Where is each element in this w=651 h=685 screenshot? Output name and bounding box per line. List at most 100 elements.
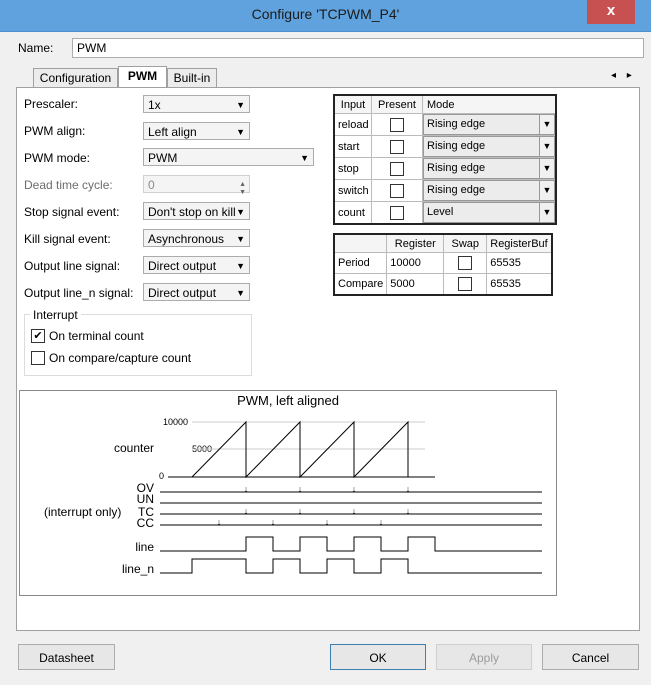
line-waveform: [160, 536, 542, 552]
chevron-down-icon: ▼: [236, 127, 245, 137]
swap-checkbox[interactable]: [458, 277, 473, 291]
register-name: Compare: [333, 273, 388, 296]
tab-configuration[interactable]: Configuration: [33, 68, 118, 87]
col-header-blank: [333, 233, 388, 253]
pwm-align-label: PWM align:: [24, 124, 86, 138]
pwm-align-select[interactable]: Left align ▼: [143, 122, 250, 140]
cancel-button[interactable]: Cancel: [542, 644, 639, 670]
tab-pwm[interactable]: PWM: [118, 66, 167, 87]
on-compare-checkbox[interactable]: [31, 351, 45, 365]
line-n-label: line_n: [122, 562, 154, 576]
tab-built-in[interactable]: Built-in: [167, 68, 217, 87]
tc-arrow-icon: ↓: [244, 506, 249, 516]
table-row: stop Rising edge ▼: [333, 157, 557, 180]
input-name: count: [333, 201, 372, 225]
kill-signal-label: Kill signal event:: [24, 232, 111, 246]
window-title: Configure 'TCPWM_P4': [251, 6, 400, 22]
kill-signal-select[interactable]: Asynchronous ▼: [143, 229, 250, 247]
line-n-waveform: [160, 558, 542, 574]
stop-signal-label: Stop signal event:: [24, 205, 120, 219]
input-name: reload: [333, 113, 372, 136]
col-header-registerbuf: RegisterBuf: [486, 233, 553, 253]
tab-scroll-arrows-icon[interactable]: ◂ ▸: [611, 70, 636, 81]
registerbuf-value[interactable]: 65535: [486, 273, 553, 296]
present-checkbox[interactable]: [390, 183, 404, 198]
prescaler-select[interactable]: 1x ▼: [143, 95, 250, 113]
interrupt-only-note: (interrupt only): [44, 505, 121, 519]
register-table: Register Swap RegisterBuf Period 10000 6…: [333, 233, 553, 296]
output-line-n-label: Output line_n signal:: [24, 286, 134, 300]
ov-arrow-icon: ↓: [244, 484, 249, 494]
close-icon: x: [606, 2, 616, 19]
stop-signal-value: Don't stop on kill: [148, 205, 236, 219]
chevron-down-icon: ▼: [236, 234, 245, 244]
table-row: count Level ▼: [333, 201, 557, 225]
register-value[interactable]: 5000: [386, 273, 445, 296]
ov-arrow-icon: ↓: [406, 484, 411, 494]
input-table: Input Present Mode reload Rising edge ▼ s…: [333, 94, 557, 225]
cc-arrow-icon: ↓: [325, 517, 330, 527]
chevron-down-icon: ▼: [300, 153, 309, 163]
apply-button[interactable]: Apply: [436, 644, 532, 670]
present-checkbox[interactable]: [390, 161, 404, 176]
ov-arrow-icon: ↓: [298, 484, 303, 494]
swap-checkbox[interactable]: [458, 256, 473, 270]
col-header-present: Present: [371, 94, 423, 114]
mode-select[interactable]: Rising edge ▼: [423, 180, 555, 201]
table-row: start Rising edge ▼: [333, 135, 557, 158]
chevron-down-icon: ▼: [539, 181, 554, 200]
tick-label: 10000: [163, 417, 188, 427]
present-checkbox[interactable]: [390, 205, 404, 220]
present-checkbox[interactable]: [390, 117, 404, 132]
output-line-select[interactable]: Direct output ▼: [143, 256, 250, 274]
prescaler-label: Prescaler:: [24, 97, 79, 111]
chevron-down-icon: ▼: [236, 207, 245, 217]
mode-value: Rising edge: [427, 118, 486, 130]
interrupt-group-title: Interrupt: [30, 308, 81, 322]
checkmark-icon: ✔: [33, 330, 43, 342]
table-row: reload Rising edge ▼: [333, 113, 557, 136]
line-label: line: [135, 540, 154, 554]
chevron-down-icon: ▼: [539, 203, 554, 222]
mode-select[interactable]: Rising edge ▼: [423, 114, 555, 135]
datasheet-button[interactable]: Datasheet: [18, 644, 115, 670]
pwm-timing-diagram: PWM, left aligned counter 10000 5000 0 O…: [19, 390, 557, 596]
mode-select[interactable]: Rising edge ▼: [423, 136, 555, 157]
tc-arrow-icon: ↓: [352, 506, 357, 516]
close-button[interactable]: x: [587, 0, 635, 24]
name-label: Name:: [18, 41, 54, 55]
registerbuf-value[interactable]: 65535: [486, 252, 553, 274]
col-header-swap: Swap: [443, 233, 488, 253]
chevron-down-icon: ▼: [539, 137, 554, 156]
chevron-down-icon: ▼: [236, 288, 245, 298]
output-line-n-select[interactable]: Direct output ▼: [143, 283, 250, 301]
name-input[interactable]: PWM: [72, 38, 644, 58]
output-line-value: Direct output: [148, 259, 217, 273]
dead-time-label: Dead time cycle:: [24, 178, 113, 192]
pwm-align-value: Left align: [148, 125, 197, 139]
on-terminal-count-checkbox[interactable]: ✔: [31, 329, 45, 343]
present-checkbox[interactable]: [390, 139, 404, 154]
cc-arrow-icon: ↓: [379, 517, 384, 527]
ok-button[interactable]: OK: [330, 644, 426, 670]
cc-arrow-icon: ↓: [217, 517, 222, 527]
mode-value: Rising edge: [427, 140, 486, 152]
mode-select[interactable]: Level ▼: [423, 202, 555, 223]
ov-arrow-icon: ↓: [352, 484, 357, 494]
col-header-input: Input: [333, 94, 372, 114]
chevron-down-icon: ▼: [539, 159, 554, 178]
register-name: Period: [333, 252, 388, 274]
dead-time-value: 0: [148, 178, 155, 192]
stop-signal-select[interactable]: Don't stop on kill ▼: [143, 202, 250, 220]
cc-arrow-icon: ↓: [271, 517, 276, 527]
stepper-down-icon[interactable]: ▼: [239, 184, 246, 202]
input-name: start: [333, 135, 372, 158]
dead-time-stepper[interactable]: 0 ▲ ▼: [143, 175, 250, 196]
table-row: switch Rising edge ▼: [333, 179, 557, 202]
register-value[interactable]: 10000: [386, 252, 445, 274]
chevron-down-icon: ▼: [236, 261, 245, 271]
on-compare-label: On compare/capture count: [49, 351, 192, 365]
pwm-mode-select[interactable]: PWM ▼: [143, 148, 314, 166]
mode-select[interactable]: Rising edge ▼: [423, 158, 555, 179]
prescaler-value: 1x: [148, 98, 161, 112]
